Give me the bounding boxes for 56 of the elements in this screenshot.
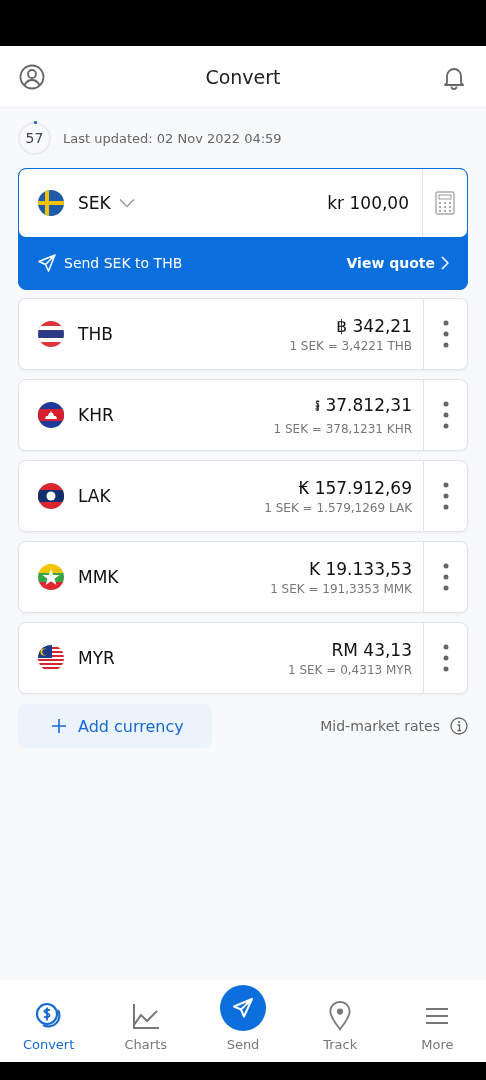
amount-value: kr 100,00 <box>327 193 409 213</box>
screen-title: Convert <box>205 65 281 88</box>
nav-tab[interactable]: Send <box>194 980 292 1062</box>
plus-icon <box>52 719 66 733</box>
send-text: Send SEK to THB <box>64 255 183 271</box>
exchange-rate: 1 SEK = 1.579,1269 LAK <box>264 500 412 515</box>
exchange-rate: 1 SEK = 3,4221 THB <box>289 338 412 353</box>
coins-icon <box>33 1001 64 1031</box>
view-quote-button[interactable]: View quote <box>346 255 449 271</box>
converted-amount: ฿ 342,21 <box>336 315 412 336</box>
kebab-icon <box>442 400 449 430</box>
currency-card[interactable]: MMK K 19.133,53 1 SEK = 191,3353 MMK <box>18 541 468 613</box>
currency-code: MMK <box>78 567 119 587</box>
converted-amount: ₭ 157.912,69 <box>298 477 412 498</box>
currency-code: MYR <box>78 648 115 668</box>
send-icon <box>38 254 56 272</box>
converted-amount: RM 43,13 <box>331 639 412 660</box>
add-currency-button[interactable]: Add currency <box>18 704 212 748</box>
kebab-icon <box>442 562 449 592</box>
currency-card[interactable]: MYR RM 43,13 1 SEK = 0,4313 MYR <box>18 622 468 694</box>
currency-code: KHR <box>78 405 114 425</box>
exchange-rate: 1 SEK = 0,4313 MYR <box>287 662 412 677</box>
line-chart-icon <box>130 1001 161 1031</box>
amount-field[interactable]: SEK kr 100,00 <box>19 169 467 237</box>
countdown-timer: 57 <box>18 121 51 155</box>
nav-tab[interactable]: Convert <box>0 980 98 1062</box>
caret-icon[interactable] <box>118 198 135 208</box>
last-updated-text: Last updated: 02 Nov 2022 04:59 <box>63 130 282 146</box>
exchange-rate: 1 SEK = 378,1231 KHR <box>273 422 412 436</box>
kebab-icon <box>442 481 449 511</box>
nav-tab[interactable]: Track <box>291 980 389 1062</box>
currency-card[interactable]: THB ฿ 342,21 1 SEK = 3,4221 THB <box>18 298 468 370</box>
kebab-icon <box>442 643 449 673</box>
chevron-icon <box>441 256 449 270</box>
currency-code: SEK <box>78 193 111 213</box>
flag-icon <box>38 321 64 347</box>
nav-tab[interactable]: Charts <box>97 980 195 1062</box>
currency-code: LAK <box>78 486 111 506</box>
currency-card[interactable]: LAK ₭ 157.912,69 1 SEK = 1.579,1269 LAK <box>18 460 468 532</box>
calculator-icon[interactable] <box>435 191 455 215</box>
flag-icon <box>38 190 64 216</box>
nav-tab[interactable]: More <box>388 980 486 1062</box>
flag-icon <box>38 483 64 509</box>
flag-icon <box>38 564 64 590</box>
flag-icon <box>38 402 64 428</box>
currency-code: THB <box>78 324 113 344</box>
rates-note: Mid-market rates <box>320 718 440 734</box>
kebab-icon <box>442 319 449 349</box>
flag-icon <box>38 645 64 671</box>
converted-amount: ៛ 37.812,31 <box>315 394 412 417</box>
exchange-rate: 1 SEK = 191,3353 MMK <box>270 581 412 596</box>
converted-amount: K 19.133,53 <box>308 558 412 579</box>
profile-icon[interactable] <box>18 62 46 91</box>
currency-card[interactable]: KHR ៛ 37.812,31 1 SEK = 378,1231 KHR <box>18 379 468 451</box>
info-icon[interactable] <box>450 717 468 735</box>
send-icon <box>220 985 266 1031</box>
